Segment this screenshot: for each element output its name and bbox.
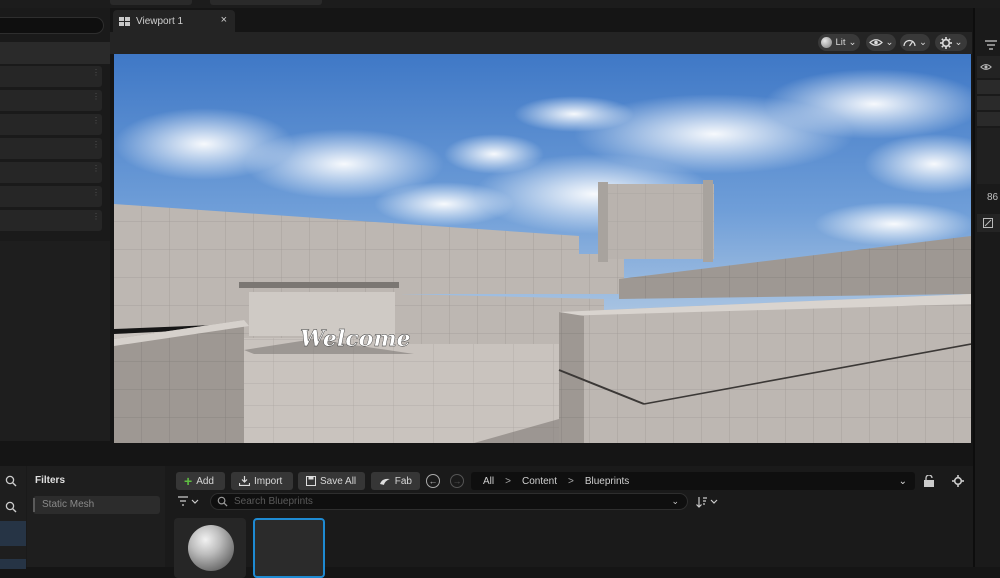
fab-button[interactable]: Fab xyxy=(371,472,420,490)
content-browser: Filters Static Mesh + Add Import Save Al… xyxy=(0,466,973,578)
top-tab-segment[interactable] xyxy=(110,0,192,5)
forward-arrow-icon[interactable]: → xyxy=(450,474,464,488)
close-icon[interactable]: × xyxy=(221,14,227,26)
chevron-down-icon: ⌄ xyxy=(885,37,894,48)
search-icon[interactable] xyxy=(5,501,17,513)
settings-gear-icon[interactable] xyxy=(952,475,964,487)
details-row[interactable] xyxy=(977,56,1000,78)
details-row[interactable] xyxy=(977,214,1000,232)
plus-icon: + xyxy=(184,473,193,489)
chevron-down-icon[interactable]: ⌄ xyxy=(671,496,679,507)
breadcrumb-separator: > xyxy=(568,475,574,487)
details-panel: 86 xyxy=(973,8,1000,567)
outliner-rows: ⋮ ⋮ ⋮ ⋮ ⋮ ⋮ ⋮ xyxy=(0,66,102,234)
breadcrumb-item-blueprints[interactable]: Blueprints xyxy=(585,476,629,487)
breadcrumb-item-content[interactable]: Content xyxy=(522,476,557,487)
tab-label: Viewport 1 xyxy=(136,15,184,27)
outliner-search-input[interactable] xyxy=(0,17,104,34)
asset-search-input[interactable]: Search Blueprints ⌄ xyxy=(210,493,688,510)
filters-panel: Filters Static Mesh xyxy=(27,466,165,567)
grip-icon[interactable]: ⋮ xyxy=(92,189,100,202)
outliner-header xyxy=(0,42,110,64)
lit-mode-button[interactable]: Lit ⌄ xyxy=(818,34,860,51)
gear-icon xyxy=(939,36,952,49)
filter-static-mesh[interactable]: Static Mesh xyxy=(33,496,160,514)
details-value: 86 xyxy=(987,192,999,203)
grip-icon[interactable]: ⋮ xyxy=(92,93,100,106)
sphere-icon xyxy=(188,525,234,571)
lit-label: Lit xyxy=(835,37,846,48)
chevron-down-icon: ⌄ xyxy=(919,37,927,48)
save-all-button[interactable]: Save All xyxy=(298,472,365,490)
sources-item[interactable] xyxy=(0,559,26,569)
top-tab-segment[interactable] xyxy=(210,0,322,5)
viewport-tab-bar: Viewport 1 × xyxy=(110,8,972,32)
outliner-row[interactable]: ⋮ xyxy=(0,66,102,87)
scene-render[interactable]: Welcome xyxy=(114,54,971,443)
save-icon xyxy=(306,476,316,486)
tab-viewport-1[interactable]: Viewport 1 × xyxy=(113,10,235,32)
chevron-down-icon: ⌄ xyxy=(954,37,963,48)
breadcrumb: All > Content > Blueprints ⌄ xyxy=(471,472,915,490)
back-arrow-icon[interactable]: ← xyxy=(426,474,440,488)
grip-icon[interactable]: ⋮ xyxy=(92,213,100,226)
details-row[interactable] xyxy=(977,80,1000,94)
lock-icon[interactable] xyxy=(923,475,935,487)
eye-icon[interactable] xyxy=(980,63,992,71)
outliner-row[interactable]: ⋮ xyxy=(0,138,102,159)
outliner-row[interactable]: ⋮ xyxy=(0,114,102,135)
details-row[interactable] xyxy=(977,96,1000,110)
outliner-panel: ⋮ ⋮ ⋮ ⋮ ⋮ ⋮ ⋮ xyxy=(0,8,110,441)
level-viewport[interactable]: Welcome xyxy=(114,54,971,443)
details-section xyxy=(977,128,1000,184)
panel-splitter[interactable] xyxy=(0,443,973,466)
outliner-row[interactable]: ⋮ xyxy=(0,186,102,207)
chevron-down-icon[interactable]: ⌄ xyxy=(899,476,907,487)
asset-view: + Add Import Save All Fab ← → All > Cont… xyxy=(166,466,973,578)
edit-icon[interactable] xyxy=(983,218,993,228)
search-placeholder: Search Blueprints xyxy=(234,496,313,507)
save-all-label: Save All xyxy=(320,475,357,487)
import-button[interactable]: Import xyxy=(231,472,293,490)
search-icon xyxy=(217,496,228,507)
performance-button[interactable]: ⌄ xyxy=(900,34,930,51)
details-header xyxy=(977,10,1000,50)
fab-label: Fab xyxy=(394,475,412,487)
eye-icon xyxy=(868,39,883,46)
import-icon xyxy=(239,476,250,486)
grip-icon[interactable]: ⋮ xyxy=(92,165,100,178)
grip-icon[interactable]: ⋮ xyxy=(92,117,100,130)
filter-dropdown-icon[interactable] xyxy=(178,496,200,508)
grip-icon[interactable]: ⋮ xyxy=(92,141,100,154)
viewport-grid-icon xyxy=(119,16,130,26)
add-button[interactable]: + Add xyxy=(176,472,225,490)
asset-thumbnail-sphere[interactable] xyxy=(174,518,246,578)
sources-item-selected[interactable] xyxy=(0,521,26,546)
lit-sphere-icon xyxy=(821,37,833,48)
asset-thumbnail-selected[interactable] xyxy=(253,518,325,578)
top-strip xyxy=(0,0,1000,8)
show-flags-button[interactable]: ⌄ xyxy=(866,34,896,51)
grip-icon[interactable]: ⋮ xyxy=(92,69,100,82)
details-row[interactable] xyxy=(977,112,1000,126)
add-label: Add xyxy=(196,475,214,487)
filter-icon[interactable] xyxy=(985,40,997,50)
search-icon[interactable] xyxy=(5,475,17,487)
outliner-row[interactable]: ⋮ xyxy=(0,90,102,111)
sort-icon[interactable] xyxy=(696,496,720,508)
perf-icon xyxy=(903,39,916,47)
outliner-row[interactable]: ⋮ xyxy=(0,162,102,183)
viewport-toolbar: Lit ⌄ ⌄ ⌄ ⌄ xyxy=(110,32,972,54)
breadcrumb-separator: > xyxy=(505,475,511,487)
viewport-settings-button[interactable]: ⌄ xyxy=(935,34,967,51)
welcome-text: Welcome xyxy=(300,326,411,352)
breadcrumb-item-all[interactable]: All xyxy=(483,476,494,487)
import-label: Import xyxy=(254,475,283,487)
sources-collapsed-panel xyxy=(0,466,26,569)
filters-title: Filters xyxy=(35,475,66,486)
outliner-empty-area xyxy=(0,241,110,441)
chevron-down-icon: ⌄ xyxy=(848,37,857,48)
outliner-row[interactable]: ⋮ xyxy=(0,210,102,231)
fab-icon xyxy=(379,478,390,485)
